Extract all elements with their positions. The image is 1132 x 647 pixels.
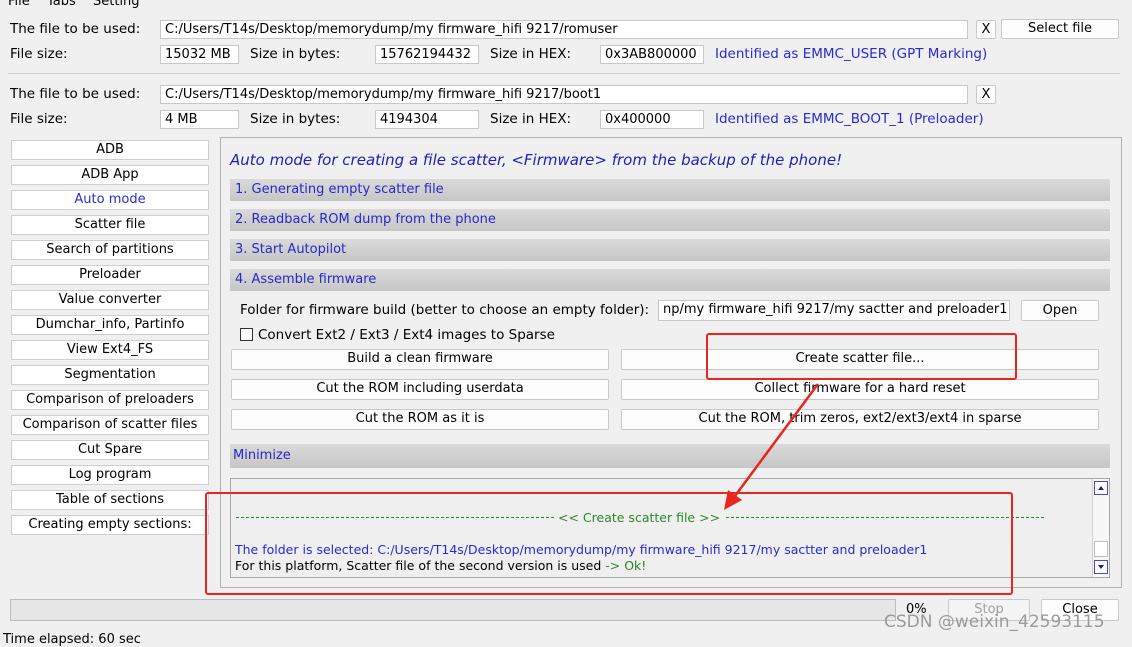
time-elapsed: Time elapsed: 60 sec	[3, 632, 141, 647]
annotation-arrow-icon	[724, 383, 820, 510]
progress-bar	[10, 599, 896, 621]
watermark: CSDN @weixin_42593115	[884, 612, 1105, 632]
